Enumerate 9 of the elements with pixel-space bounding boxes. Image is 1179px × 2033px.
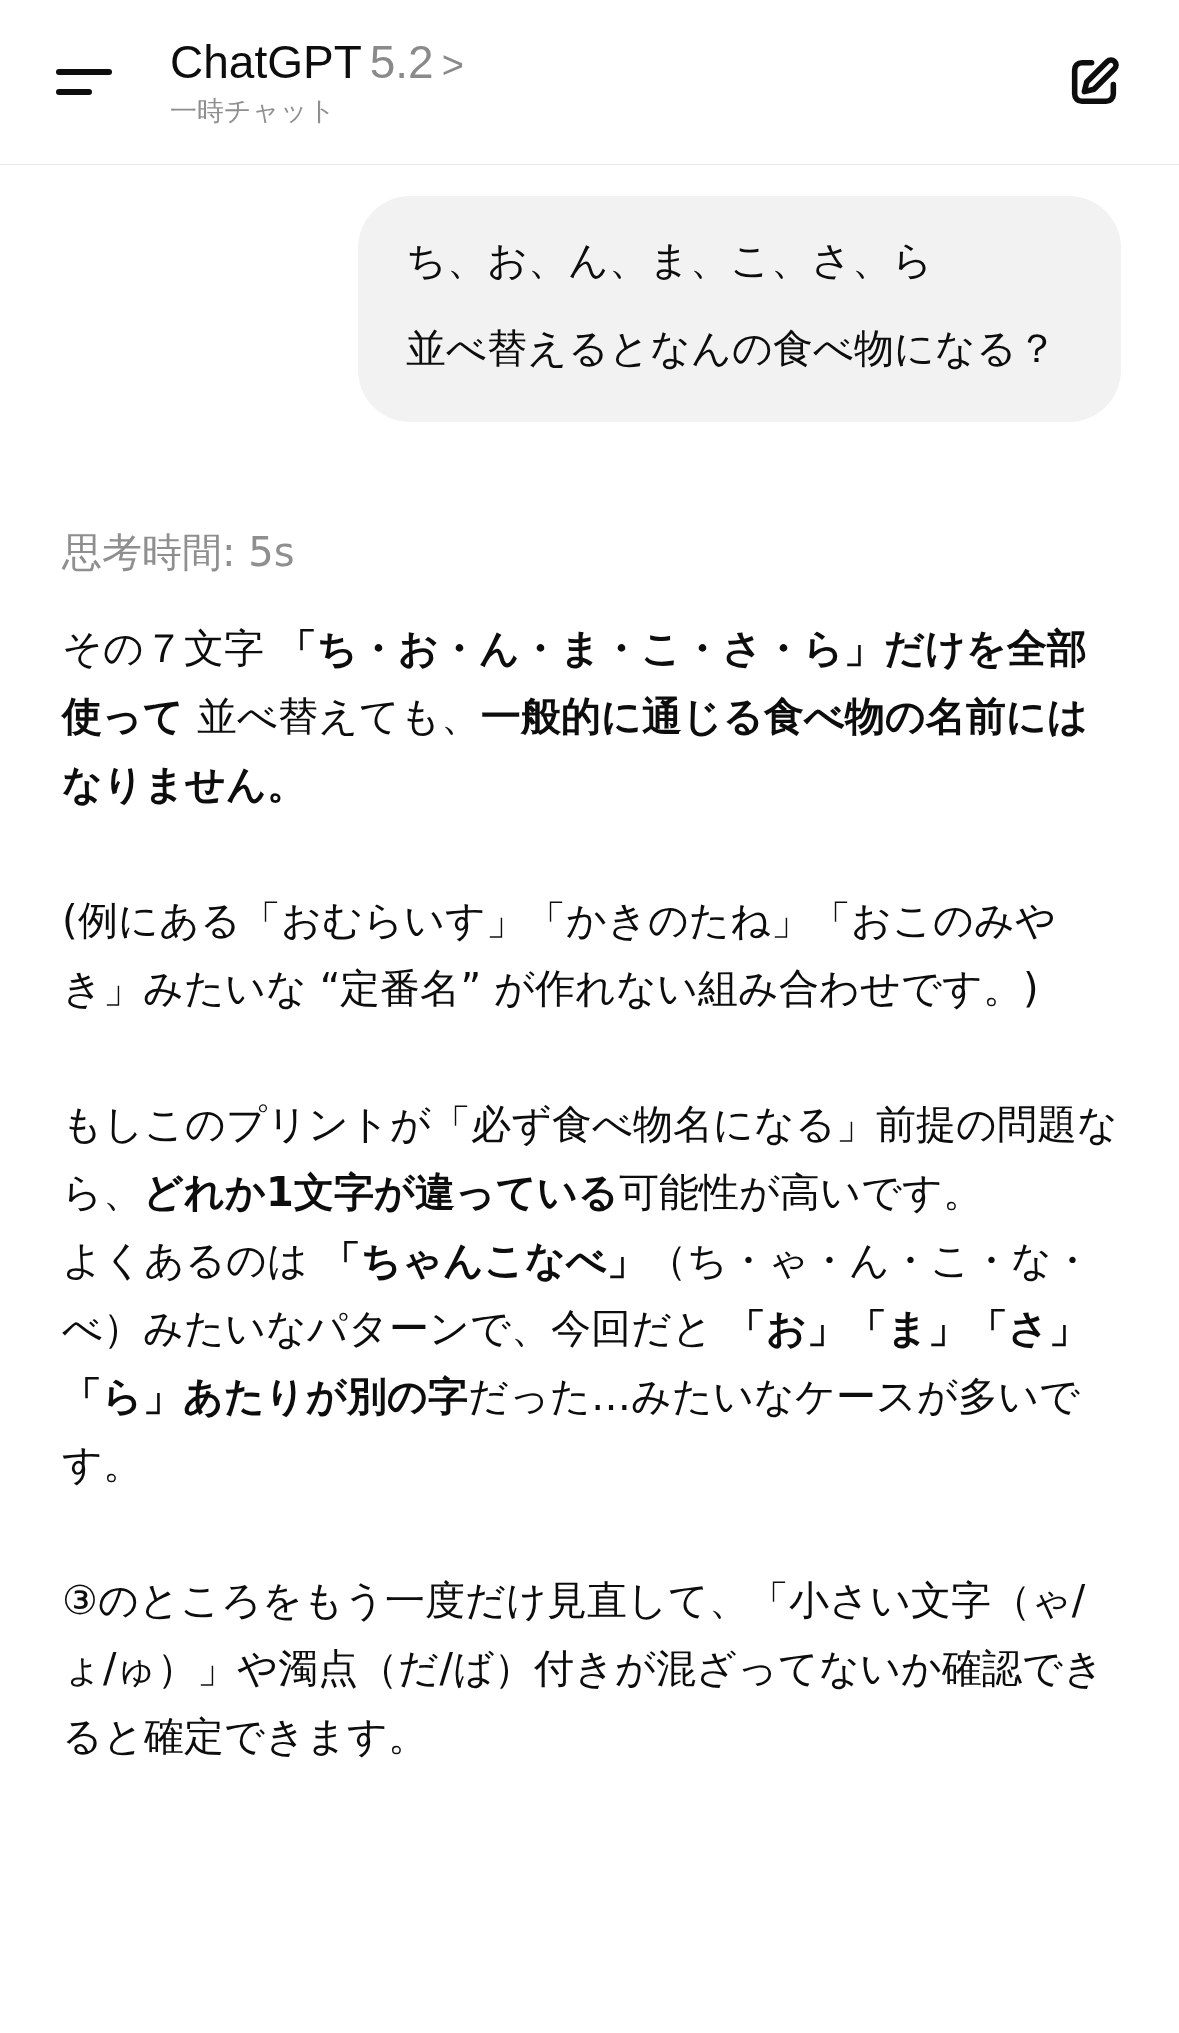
message-text: 並べ替えるとなんの食べ物になる？ (406, 324, 1058, 373)
answer-text: ③のところをもう一度だけ見直して、「小さい文字（ゃ/ょ/ゅ）」や濁点（だ/ば）付きが混ざってないか確認できると確定できます。 (62, 1576, 1105, 1761)
answer-text: もしこのプリントが「必ず食べ物名になる」前提の問題なら、どれか1文字が違っている可能性が高いです。 (62, 1100, 1119, 1217)
message-text: ち、お、ん、ま、こ、さ、ら (406, 236, 934, 285)
model-selector[interactable]: ChatGPT 5.2 > (170, 35, 464, 89)
answer-text: (例にある「おむらいす」「かきのたね」「おこのみやき」みたいな “定番名” が作れない組み合わせです。) (62, 896, 1057, 1013)
chat-mode-label: 一時チャット (170, 94, 336, 128)
answer-text: よくあるのは 「ちゃんこなべ」（ち・ゃ・ん・こ・な・べ）みたいなパターンで、今回だと 「お」「ま」「さ」「ら」あたりが別の字だった…みたいなケースが多いです。 (62, 1236, 1093, 1489)
answer-text: その７文字 「ち・お・ん・ま・こ・さ・ら」だけを全部使って 並べ替えても、一般的に通じる食べ物の名前にはなりません。 (62, 624, 1089, 809)
